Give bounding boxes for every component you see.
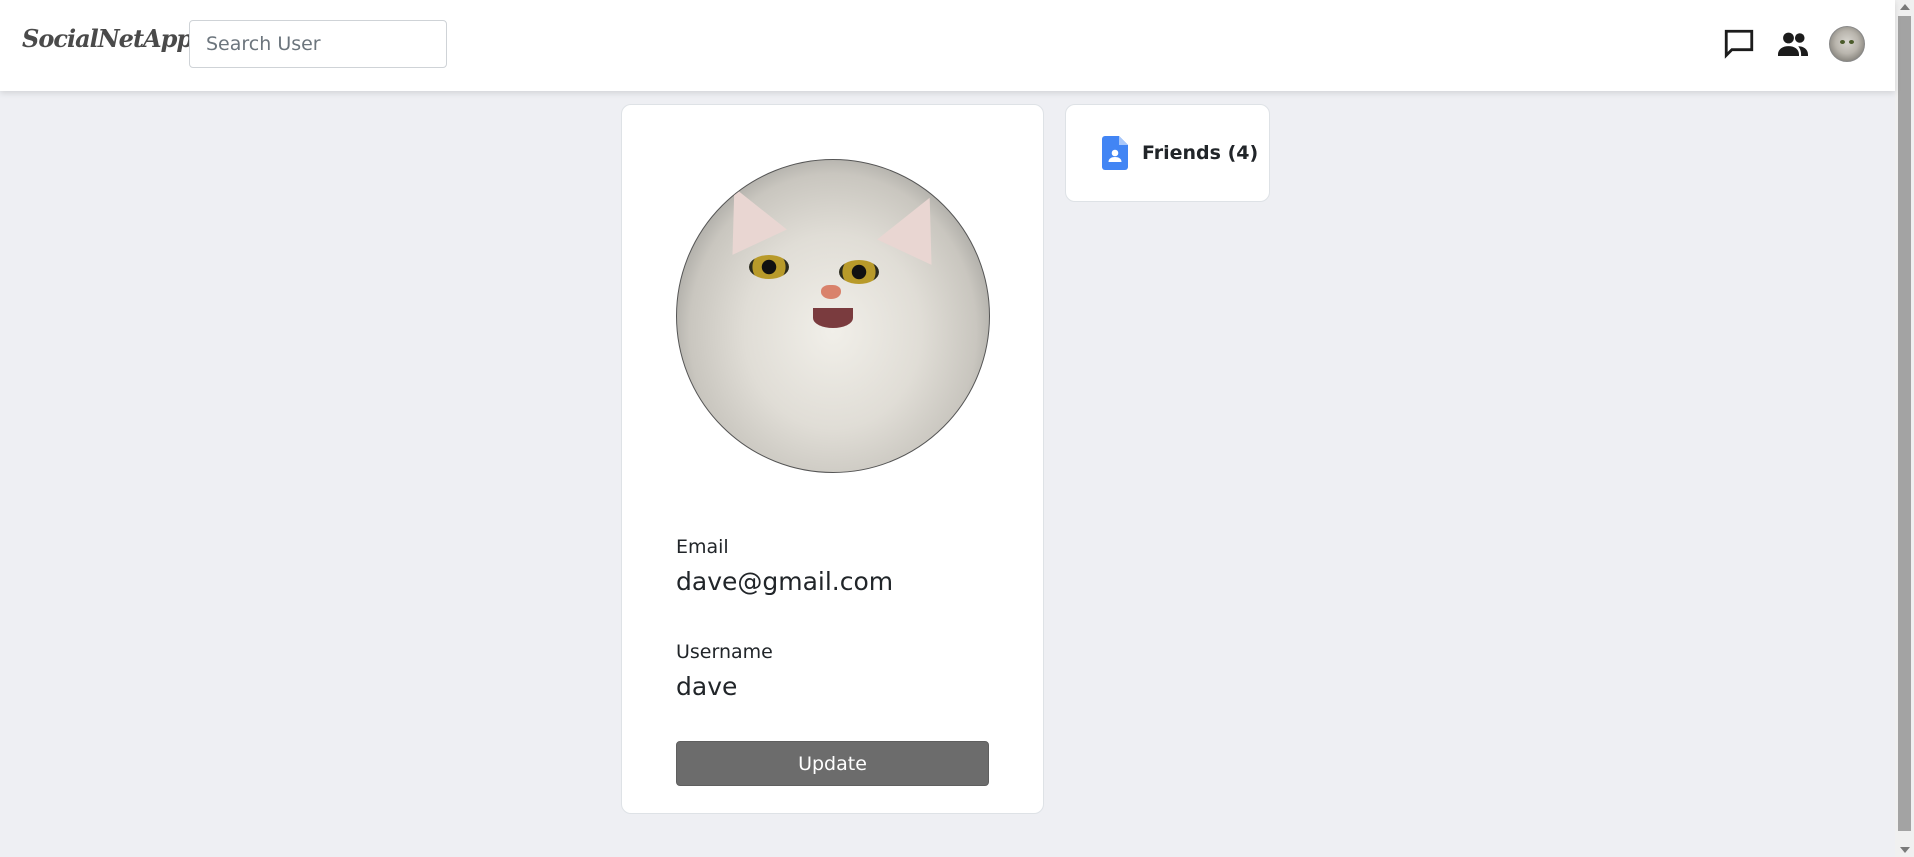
brand-logo[interactable]: SocialNetApp [22, 24, 193, 53]
chat-icon [1724, 29, 1754, 59]
username-value: dave [676, 672, 738, 701]
scroll-down-arrow-icon[interactable] [1900, 847, 1910, 853]
cat-ear-left [707, 175, 787, 255]
search-input[interactable] [189, 20, 447, 68]
scroll-up-arrow-icon[interactable] [1900, 4, 1910, 10]
email-label: Email [676, 536, 729, 558]
navbar: SocialNetApp [0, 0, 1895, 91]
messages-button[interactable] [1721, 26, 1757, 62]
cat-ear-right [877, 185, 957, 265]
cat-nose [821, 285, 841, 299]
profile-card: Email dave@gmail.com Username dave Updat… [621, 104, 1044, 814]
cat-eye-right [839, 260, 879, 284]
update-button[interactable]: Update [676, 741, 989, 786]
friends-card[interactable]: Friends (4) [1065, 104, 1270, 202]
username-label: Username [676, 641, 773, 663]
contact-document-icon [1102, 136, 1128, 170]
scrollbar[interactable] [1895, 0, 1914, 857]
user-menu-button[interactable] [1829, 26, 1865, 62]
profile-photo [676, 159, 990, 473]
people-icon [1778, 32, 1808, 56]
avatar [1829, 26, 1865, 62]
nav-icons [1721, 26, 1865, 62]
friends-button[interactable] [1775, 26, 1811, 62]
scrollbar-thumb[interactable] [1898, 16, 1911, 831]
cat-eye-left [749, 255, 789, 279]
cat-mouth [813, 308, 853, 328]
email-value: dave@gmail.com [676, 567, 894, 596]
friends-label: Friends (4) [1142, 142, 1259, 164]
